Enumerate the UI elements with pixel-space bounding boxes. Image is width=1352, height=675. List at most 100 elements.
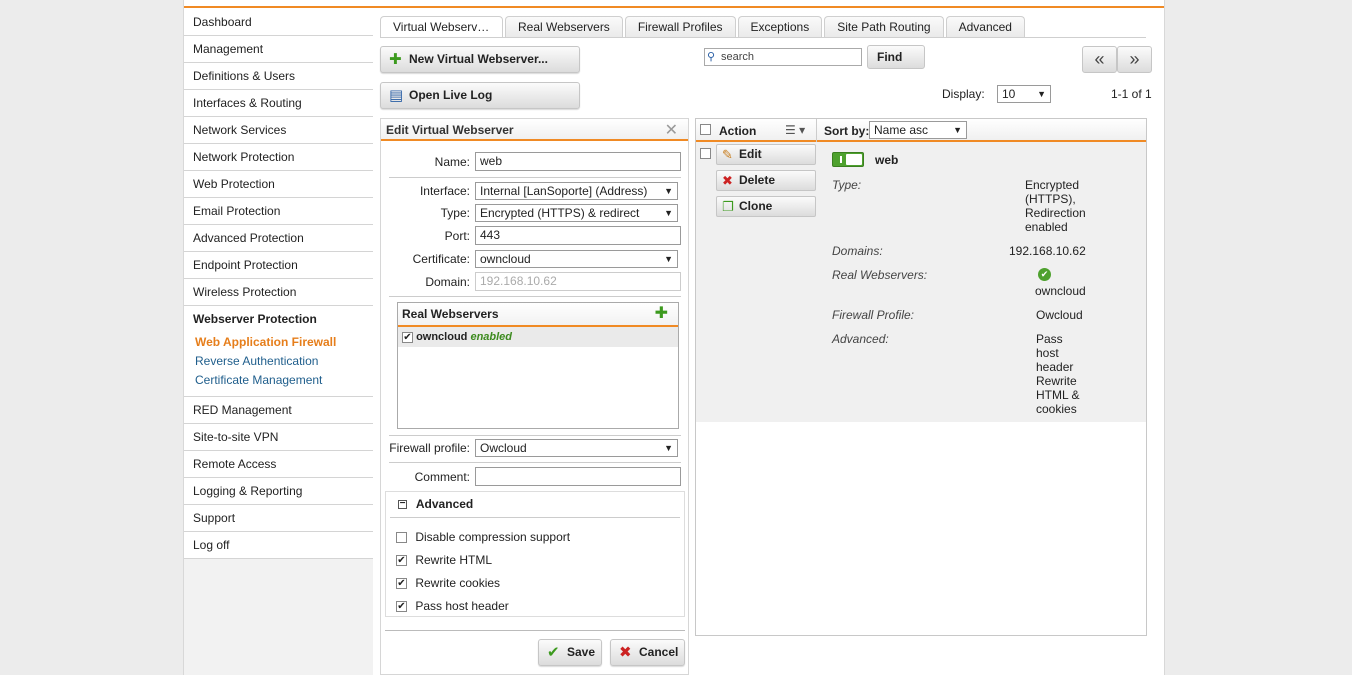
divider xyxy=(389,462,681,463)
search-input[interactable]: ⚲ search xyxy=(704,48,862,66)
sidebar-subitem-waf[interactable]: Web Application Firewall xyxy=(184,333,373,352)
advanced-value-5: HTML & xyxy=(1036,388,1080,402)
top-accent-line xyxy=(184,6,1164,8)
sidebar-subitem-cert-mgmt[interactable]: Certificate Management xyxy=(184,371,373,390)
column-menu-icon[interactable]: ☰ ▾ xyxy=(785,123,805,137)
sidebar-item-interfaces-routing[interactable]: Interfaces & Routing xyxy=(184,90,373,117)
interface-label: Interface: xyxy=(419,184,470,198)
sidebar-item-site-to-site-vpn[interactable]: Site-to-site VPN xyxy=(184,424,373,451)
firewall-profile-value: Owcloud xyxy=(480,441,527,455)
edit-button[interactable]: ✎ Edit xyxy=(716,144,816,165)
name-field[interactable]: web xyxy=(475,152,681,171)
sidebar-item-dashboard[interactable]: Dashboard xyxy=(184,9,373,36)
rewrite-html-checkbox[interactable]: ✔ xyxy=(396,555,407,567)
real-webserver-status: enabled xyxy=(470,331,513,343)
rewrite-cookies-option[interactable]: ✔ Rewrite cookies xyxy=(396,576,500,590)
enable-toggle[interactable] xyxy=(832,152,864,167)
sidebar-subitem-reverse-auth[interactable]: Reverse Authentication xyxy=(184,352,373,371)
tab-real-webservers[interactable]: Real Webservers xyxy=(505,16,623,38)
collapse-icon[interactable]: − xyxy=(398,499,407,510)
real-webserver-name: owncloud xyxy=(416,331,468,343)
sidebar-item-log-off[interactable]: Log off xyxy=(184,532,373,559)
sidebar-item-email-protection[interactable]: Email Protection xyxy=(184,198,373,225)
comment-field[interactable] xyxy=(475,467,681,486)
list-item: ✎ Edit ✖ Delete ❐ Clone web Type: Encryp… xyxy=(696,142,1146,422)
close-icon[interactable]: ✕ xyxy=(665,120,678,140)
find-button[interactable]: Find xyxy=(867,45,925,69)
sidebar-item-web-protection[interactable]: Web Protection xyxy=(184,171,373,198)
rewrite-cookies-checkbox[interactable]: ✔ xyxy=(396,578,407,590)
advanced-value-3: header xyxy=(1036,360,1074,374)
new-virtual-webserver-button[interactable]: ✚ New Virtual Webserver... xyxy=(380,46,580,73)
interface-select[interactable]: Internal [LanSoporte] (Address) ▼ xyxy=(475,182,678,200)
sidebar-item-management[interactable]: Management xyxy=(184,36,373,63)
cancel-button[interactable]: ✖ Cancel xyxy=(610,639,685,666)
list-header: Action ☰ ▾ Sort by: Name asc ▼ xyxy=(696,119,1146,142)
log-icon: ▤ xyxy=(389,87,404,104)
clone-icon: ❐ xyxy=(722,199,734,214)
item-checkbox[interactable] xyxy=(700,148,711,159)
sidebar-item-wireless-protection[interactable]: Wireless Protection xyxy=(184,279,373,306)
cancel-label: Cancel xyxy=(639,645,679,659)
firewall-profile-select[interactable]: Owcloud ▼ xyxy=(475,439,678,457)
disable-compression-option[interactable]: Disable compression support xyxy=(396,530,570,544)
sidebar-item-logging-reporting[interactable]: Logging & Reporting xyxy=(184,478,373,505)
type-select[interactable]: Encrypted (HTTPS) & redirect ▼ xyxy=(475,204,678,222)
clone-button[interactable]: ❐ Clone xyxy=(716,196,816,217)
open-live-log-button[interactable]: ▤ Open Live Log xyxy=(380,82,580,109)
rewrite-html-option[interactable]: ✔ Rewrite HTML xyxy=(396,553,492,567)
display-select[interactable]: 10 ▼ xyxy=(997,85,1051,103)
next-page-button[interactable]: » xyxy=(1117,46,1152,73)
sidebar-item-endpoint-protection[interactable]: Endpoint Protection xyxy=(184,252,373,279)
certificate-select[interactable]: owncloud ▼ xyxy=(475,250,678,268)
sidebar-item-advanced-protection[interactable]: Advanced Protection xyxy=(184,225,373,252)
real-webserver-checkbox[interactable]: ✔ xyxy=(402,331,413,343)
dropdown-arrow-icon: ▼ xyxy=(664,208,673,218)
disable-compression-label: Disable compression support xyxy=(415,530,571,544)
tab-site-path-routing[interactable]: Site Path Routing xyxy=(824,16,944,38)
domains-key: Domains: xyxy=(832,244,883,258)
pagination-count: 1-1 of 1 xyxy=(1111,87,1152,101)
display-label: Display: xyxy=(942,87,985,101)
sidebar-item-remote-access[interactable]: Remote Access xyxy=(184,451,373,478)
plus-icon: ✚ xyxy=(389,51,402,68)
save-button[interactable]: ✔ Save xyxy=(538,639,602,666)
advanced-header[interactable]: − Advanced xyxy=(390,492,680,518)
real-webservers-key: Real Webservers: xyxy=(832,268,928,282)
new-virtual-webserver-label: New Virtual Webserver... xyxy=(409,52,548,66)
sidebar-item-network-services[interactable]: Network Services xyxy=(184,117,373,144)
advanced-value-4: Rewrite xyxy=(1036,374,1077,388)
port-field[interactable]: 443 xyxy=(475,226,681,245)
domain-label: Domain: xyxy=(425,275,470,289)
comment-label: Comment: xyxy=(414,470,470,484)
pass-host-header-label: Pass host header xyxy=(415,599,509,613)
item-name: web xyxy=(875,153,899,167)
sidebar-item-support[interactable]: Support xyxy=(184,505,373,532)
divider xyxy=(389,435,681,436)
sort-select[interactable]: Name asc ▼ xyxy=(869,121,967,139)
select-all-checkbox[interactable] xyxy=(700,124,711,135)
pass-host-header-checkbox[interactable]: ✔ xyxy=(396,601,407,613)
add-real-webserver-icon[interactable]: ✚ xyxy=(655,303,668,325)
sidebar-item-webserver-protection[interactable]: Webserver Protection xyxy=(184,306,373,333)
tab-virtual-webservers[interactable]: Virtual Webserver… xyxy=(380,16,503,38)
delete-icon: ✖ xyxy=(722,173,733,188)
header-divider xyxy=(816,119,817,142)
sidebar-item-red-management[interactable]: RED Management xyxy=(184,397,373,424)
delete-button[interactable]: ✖ Delete xyxy=(716,170,816,191)
divider xyxy=(389,296,681,297)
advanced-key: Advanced: xyxy=(832,332,889,346)
sidebar-item-definitions-users[interactable]: Definitions & Users xyxy=(184,63,373,90)
rewrite-cookies-label: Rewrite cookies xyxy=(415,576,501,590)
pass-host-header-option[interactable]: ✔ Pass host header xyxy=(396,599,509,613)
prev-page-button[interactable]: « xyxy=(1082,46,1117,73)
domain-field[interactable]: 192.168.10.62 xyxy=(475,272,681,291)
toggle-on-icon xyxy=(840,156,842,163)
sidebar-group-webserver-protection: Webserver Protection Web Application Fir… xyxy=(184,306,373,397)
tab-firewall-profiles[interactable]: Firewall Profiles xyxy=(624,16,736,38)
disable-compression-checkbox[interactable] xyxy=(396,532,407,544)
tab-advanced[interactable]: Advanced xyxy=(945,16,1025,38)
real-webserver-row[interactable]: ✔ owncloud enabled xyxy=(398,327,678,347)
sidebar-item-network-protection[interactable]: Network Protection xyxy=(184,144,373,171)
tab-exceptions[interactable]: Exceptions xyxy=(737,16,823,38)
